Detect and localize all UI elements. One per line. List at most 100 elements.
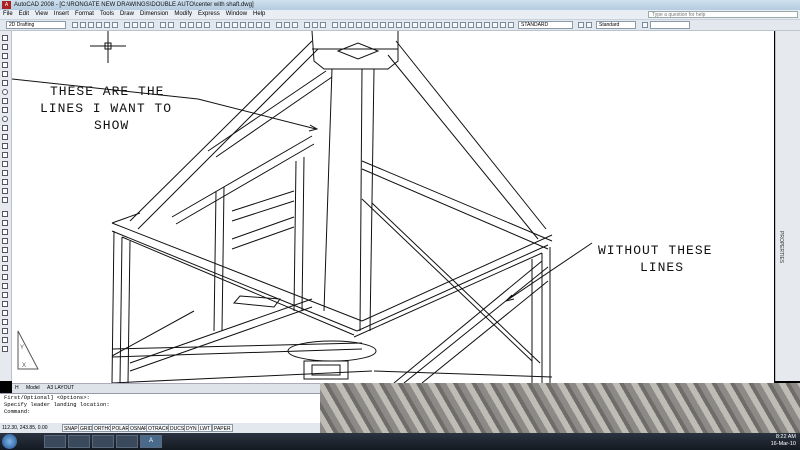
menu-file[interactable]: File xyxy=(0,10,16,19)
array-icon[interactable] xyxy=(484,22,490,28)
taskbar-app-button[interactable] xyxy=(68,435,90,448)
revcloud-icon[interactable] xyxy=(428,22,434,28)
dim-aligned-icon[interactable] xyxy=(340,22,346,28)
polygon-icon[interactable] xyxy=(2,62,8,68)
chamfer-icon[interactable] xyxy=(2,328,8,334)
publish-icon[interactable] xyxy=(112,22,118,28)
ellipse-icon[interactable] xyxy=(2,116,8,122)
mirror-icon[interactable] xyxy=(476,22,482,28)
polyline-icon[interactable] xyxy=(2,53,8,59)
dim-linear-icon[interactable] xyxy=(332,22,338,28)
dim-angular-icon[interactable] xyxy=(356,22,362,28)
fillet-icon[interactable] xyxy=(2,337,8,343)
design-center-icon[interactable] xyxy=(224,22,230,28)
zoom-window-icon[interactable] xyxy=(196,22,202,28)
menu-express[interactable]: Express xyxy=(195,10,223,19)
gradient-icon[interactable] xyxy=(2,170,8,176)
new-icon[interactable] xyxy=(72,22,78,28)
offset-tool-icon[interactable] xyxy=(2,238,8,244)
area-icon[interactable] xyxy=(312,22,318,28)
erase-icon[interactable] xyxy=(2,211,8,217)
dimstyle-icon[interactable] xyxy=(444,22,450,28)
extend-icon[interactable] xyxy=(508,22,514,28)
point-icon[interactable] xyxy=(2,152,8,158)
hatch-icon[interactable] xyxy=(380,22,386,28)
properties-palette[interactable]: PROPERTIES xyxy=(775,31,800,381)
stretch-icon[interactable] xyxy=(2,283,8,289)
wipeout-icon[interactable] xyxy=(420,22,426,28)
hatch-tool-icon[interactable] xyxy=(2,161,8,167)
calculator-icon[interactable] xyxy=(256,22,262,28)
render-icon[interactable] xyxy=(460,22,466,28)
rotate-icon[interactable] xyxy=(2,265,8,271)
scale-icon[interactable] xyxy=(2,274,8,280)
revision-cloud-icon[interactable] xyxy=(2,98,8,104)
markup-icon[interactable] xyxy=(248,22,254,28)
extend-tool-icon[interactable] xyxy=(2,301,8,307)
line-icon[interactable] xyxy=(2,35,8,41)
zoom-realtime-icon[interactable] xyxy=(188,22,194,28)
dim-radius-icon[interactable] xyxy=(348,22,354,28)
table-icon[interactable] xyxy=(404,22,410,28)
redo-icon[interactable] xyxy=(168,22,174,28)
offset-icon[interactable] xyxy=(492,22,498,28)
help-search-input[interactable]: Type a question for help xyxy=(648,11,798,18)
align-icon[interactable] xyxy=(468,22,474,28)
match-properties-icon[interactable] xyxy=(148,22,154,28)
lwt-toggle[interactable]: LWT xyxy=(198,424,213,432)
table-style-select[interactable] xyxy=(650,21,690,29)
tab-model[interactable]: Model xyxy=(23,384,43,393)
text-style-select[interactable]: STANDARD xyxy=(518,21,573,29)
layer-icon[interactable] xyxy=(276,22,282,28)
menu-modify[interactable]: Modify xyxy=(171,10,195,19)
table-style-icon[interactable] xyxy=(642,22,648,28)
open-icon[interactable] xyxy=(80,22,86,28)
zoom-previous-icon[interactable] xyxy=(204,22,210,28)
sheet-set-icon[interactable] xyxy=(240,22,246,28)
region-tool-icon[interactable] xyxy=(2,179,8,185)
block-icon[interactable] xyxy=(388,22,394,28)
drawing-canvas[interactable]: X Y THESE ARE THE LINES I WANT TO SHOW W… xyxy=(12,31,774,383)
system-clock[interactable]: 8:22 AM 16-Mar-10 xyxy=(771,434,796,448)
circle-icon[interactable] xyxy=(2,89,8,95)
tab-a3-layout[interactable]: A3 LAYOUT xyxy=(44,384,77,393)
ellipse-arc-icon[interactable] xyxy=(2,125,8,131)
menu-window[interactable]: Window xyxy=(223,10,250,19)
spline-icon[interactable] xyxy=(2,107,8,113)
dist-icon[interactable] xyxy=(304,22,310,28)
menu-dimension[interactable]: Dimension xyxy=(137,10,171,19)
dim-style-manager-icon[interactable] xyxy=(586,22,592,28)
text-style-manager-icon[interactable] xyxy=(578,22,584,28)
menu-view[interactable]: View xyxy=(32,10,51,19)
move-icon[interactable] xyxy=(2,256,8,262)
menu-draw[interactable]: Draw xyxy=(117,10,137,19)
array-tool-icon[interactable] xyxy=(2,247,8,253)
taskbar-autocad-button[interactable]: A xyxy=(140,435,162,448)
mtext-icon[interactable] xyxy=(372,22,378,28)
copy-icon[interactable] xyxy=(132,22,138,28)
dim-style-select[interactable]: Standard xyxy=(596,21,636,29)
snap-toggle[interactable]: SNAP xyxy=(62,424,80,432)
insert-block-icon[interactable] xyxy=(396,22,402,28)
paste-icon[interactable] xyxy=(140,22,146,28)
layer-state-icon[interactable] xyxy=(284,22,290,28)
undo-icon[interactable] xyxy=(160,22,166,28)
preview-icon[interactable] xyxy=(104,22,110,28)
menu-insert[interactable]: Insert xyxy=(51,10,72,19)
cut-icon[interactable] xyxy=(124,22,130,28)
print-icon[interactable] xyxy=(96,22,102,28)
construction-line-icon[interactable] xyxy=(2,44,8,50)
start-icon[interactable] xyxy=(2,434,17,449)
workspace-select[interactable]: 2D Drafting xyxy=(6,21,66,29)
list-icon[interactable] xyxy=(320,22,326,28)
multiline-text-icon[interactable] xyxy=(2,197,8,203)
insert-block-tool-icon[interactable] xyxy=(2,134,8,140)
tool-palettes-icon[interactable] xyxy=(232,22,238,28)
pan-icon[interactable] xyxy=(180,22,186,28)
arc-icon[interactable] xyxy=(2,80,8,86)
table-tool-icon[interactable] xyxy=(2,188,8,194)
make-block-icon[interactable] xyxy=(2,143,8,149)
taskbar-app-button[interactable] xyxy=(92,435,114,448)
mirror-tool-icon[interactable] xyxy=(2,229,8,235)
plot-icon[interactable] xyxy=(452,22,458,28)
